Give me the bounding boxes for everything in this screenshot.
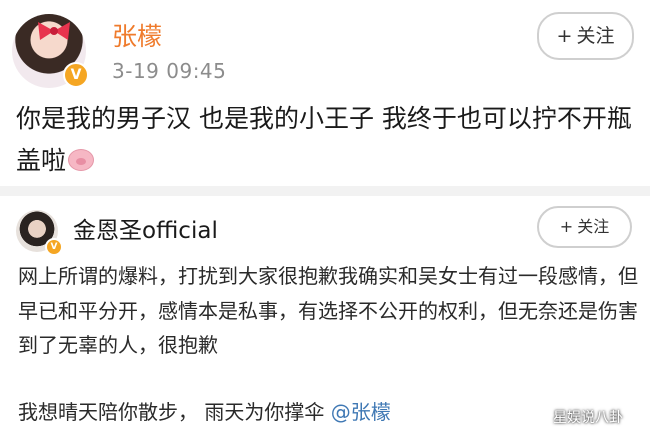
follow-button[interactable]: + 关注	[537, 12, 634, 60]
bow-icon	[38, 22, 70, 40]
mention-link[interactable]: @张檬	[331, 400, 391, 424]
follow-label: 关注	[576, 25, 615, 47]
follow-label: 关注	[577, 217, 610, 236]
watermark: 星娱说八卦	[553, 410, 623, 426]
plus-icon: +	[559, 217, 574, 236]
quoted-post-text: 网上所谓的爆料，打扰到大家很抱歉我确实和吴女士有过一段感情，但早已和平分开，感情…	[18, 264, 638, 357]
pig-emoji-icon	[68, 149, 95, 171]
plus-icon: +	[556, 25, 573, 47]
post-text: 你是我的男子汉 也是我的小王子 我终于也可以拧不开瓶盖啦	[16, 98, 640, 182]
author-name[interactable]: 张檬	[112, 17, 162, 53]
post-source-fragment	[252, 60, 262, 80]
post-timestamp: 3-19 09:45	[112, 59, 227, 83]
quoted-author-name[interactable]: 金恩圣official	[73, 211, 218, 245]
post-text-content: 你是我的男子汉 也是我的小王子 我终于也可以拧不开瓶盖啦	[16, 104, 632, 175]
main-post: V 张檬 3-19 09:45 + 关注 你是我的男子汉 也是我的小王子 我终于也…	[0, 0, 650, 186]
quoted-post-extra: 我想晴天陪你散步， 雨天为你撑伞 @张檬	[18, 396, 391, 425]
verified-badge-icon: V	[63, 62, 89, 88]
quoted-follow-button[interactable]: + 关注	[537, 206, 632, 248]
verified-badge-icon: V	[45, 238, 63, 256]
section-divider	[0, 186, 650, 196]
quoted-extra-text: 我想晴天陪你散步， 雨天为你撑伞	[18, 400, 325, 424]
